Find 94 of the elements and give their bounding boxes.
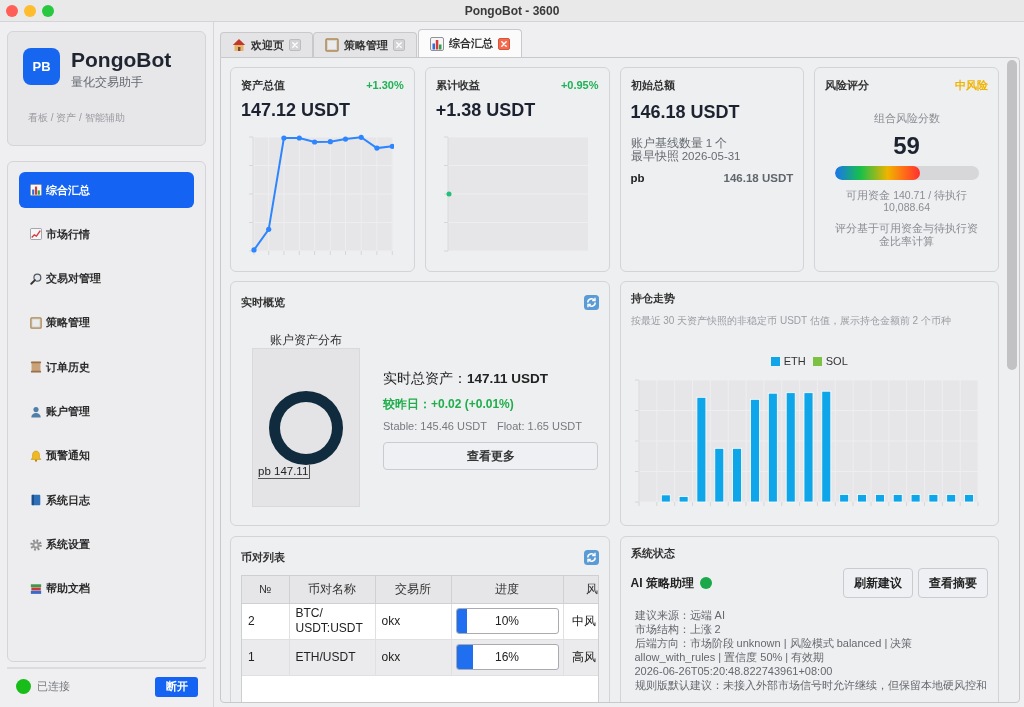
- funds-text: 可用资金 140.71 / 待执行 10,088.64: [845, 189, 968, 213]
- legend-label: SOL: [825, 355, 848, 367]
- column-header[interactable]: 风: [563, 576, 598, 603]
- window-minimize-icon[interactable]: [24, 4, 36, 17]
- nav-item[interactable]: 策略管理: [19, 305, 194, 341]
- nav-item[interactable]: 市场行情: [19, 216, 194, 253]
- status-text: 后端方向：市场阶段 unknown | 风险模式 balanced | 决策 allow_with_rules | 置信度 50% | 有效期 2026-06-26T05:20:48.822743961+08:00: [634, 636, 914, 678]
- nav-item[interactable]: 交易对管理: [19, 260, 194, 297]
- nav-item[interactable]: 预警通知: [19, 437, 194, 474]
- card-title: 资产总值: [241, 77, 285, 93]
- books-icon: [30, 582, 42, 595]
- amount-value: 147.12 USDT: [241, 99, 352, 122]
- nav-item[interactable]: 帮助文档: [19, 570, 194, 607]
- disconnect-button[interactable]: 断开: [155, 676, 198, 697]
- nav-item[interactable]: 综合汇总: [19, 172, 194, 208]
- score-value: 59: [893, 132, 920, 160]
- card-title: 币对列表: [241, 549, 285, 565]
- column-header[interactable]: 进度: [451, 576, 563, 603]
- table-cell: okx: [375, 639, 451, 675]
- stable-amount: Stable: 145.46 USDT: [383, 419, 487, 434]
- notepad-icon: [325, 38, 339, 52]
- app-tagline: 看板 / 资产 / 智能辅助: [28, 111, 125, 124]
- legend-label: ETH: [783, 355, 806, 367]
- nav-item[interactable]: 账户管理: [19, 393, 194, 430]
- status-text: 建议来源：远端 AI: [634, 608, 726, 622]
- card-title: 累计收益: [435, 77, 480, 93]
- app-name: PongoBot: [71, 48, 172, 72]
- nav-item[interactable]: 订单历史: [19, 349, 194, 386]
- nav-item[interactable]: 系统设置: [19, 526, 194, 563]
- progress-text: 16%: [495, 649, 519, 665]
- column-header[interactable]: №: [242, 576, 289, 603]
- close-icon[interactable]: [498, 37, 510, 50]
- action-button[interactable]: 查看摘要: [918, 568, 988, 598]
- bar-chart-icon: [30, 184, 42, 196]
- tab[interactable]: 策略管理: [313, 32, 417, 57]
- app-subtitle: 量化交易助手: [71, 74, 143, 90]
- card-title: 实时概览: [241, 294, 285, 310]
- float-amount: Float: 1.65 USDT: [496, 419, 582, 434]
- status-text: 规则版默认建议：未接入外部市场信号时允许继续，但保留本地硬风控和: [634, 678, 988, 692]
- tab[interactable]: 综合汇总: [418, 29, 522, 57]
- progress-text: 10%: [495, 613, 519, 629]
- chart-title: 账户资产分布: [270, 333, 342, 347]
- table-cell: BTC/USDT:USDT: [289, 603, 375, 639]
- refresh-icon[interactable]: [583, 294, 599, 310]
- risk-level-label: 中风险: [955, 77, 988, 93]
- tab[interactable]: 欢迎页: [220, 32, 313, 57]
- amount-value: +1.38 USDT: [435, 99, 537, 122]
- book-icon: [30, 494, 42, 507]
- connection-status: 已连接: [37, 679, 70, 694]
- bar-chart-icon: [430, 36, 444, 51]
- subtitle-text: 按最近 30 天资产快照的非稳定币 USDT 估值，展示持仓金额前 2 个币种: [630, 314, 952, 327]
- account-name: pb: [630, 171, 645, 186]
- close-icon[interactable]: [289, 39, 301, 51]
- card-title: 初始总额: [630, 77, 675, 93]
- table-cell: ETH/USDT: [289, 639, 375, 675]
- card-title: 风险评分: [825, 77, 870, 93]
- change-percent: +0.95%: [560, 79, 599, 91]
- note-text: 评分基于可用资金与待执行资金比率计算: [834, 222, 979, 248]
- table-cell: okx: [375, 603, 451, 639]
- scroll-icon: [30, 361, 42, 374]
- table-cell: 2: [242, 603, 289, 639]
- card-title: 持仓走势: [630, 290, 675, 306]
- table-cell: 1: [242, 639, 289, 675]
- bell-icon: [30, 449, 42, 462]
- card-title: 系统状态: [630, 545, 675, 561]
- assistant-name: AI 策略助理: [630, 574, 694, 592]
- action-button[interactable]: 刷新建议: [843, 568, 913, 598]
- change-percent: +1.30%: [366, 79, 404, 91]
- magnifier-icon: [30, 272, 42, 285]
- amount-value: 146.18 USDT: [630, 101, 741, 124]
- close-icon[interactable]: [393, 39, 405, 51]
- notepad-icon: [30, 317, 42, 329]
- house-icon: [232, 38, 246, 52]
- window-maximize-icon[interactable]: [42, 4, 54, 17]
- person-icon: [30, 405, 42, 418]
- note-text: 账户基线数量 1 个: [630, 137, 729, 150]
- scrollbar-thumb[interactable]: [1007, 60, 1017, 370]
- window-close-icon[interactable]: [6, 4, 18, 17]
- app-logo: PB: [23, 48, 60, 85]
- gear-icon: [30, 538, 42, 551]
- window-title: PongoBot - 3600: [464, 3, 560, 18]
- account-amount: 146.18 USDT: [723, 171, 794, 186]
- refresh-icon[interactable]: [583, 549, 599, 565]
- column-header[interactable]: 交易所: [375, 576, 451, 603]
- daily-change-text: 较昨日：+0.02 (+0.01%): [383, 396, 515, 412]
- line-chart-icon: [30, 228, 42, 241]
- nav-item[interactable]: 系统日志: [19, 482, 194, 519]
- total-assets-text: 实时总资产：147.11 USDT: [383, 370, 550, 388]
- column-header[interactable]: 币对名称: [289, 576, 375, 603]
- status-text: 市场结构：上涨 2: [634, 622, 722, 636]
- note-text: 最早快照 2026-05-31: [630, 150, 742, 163]
- chart-label: pb 147.11: [258, 465, 311, 479]
- caption-text: 组合风险分数: [873, 112, 940, 125]
- view-more-button[interactable]: 查看更多: [383, 442, 598, 470]
